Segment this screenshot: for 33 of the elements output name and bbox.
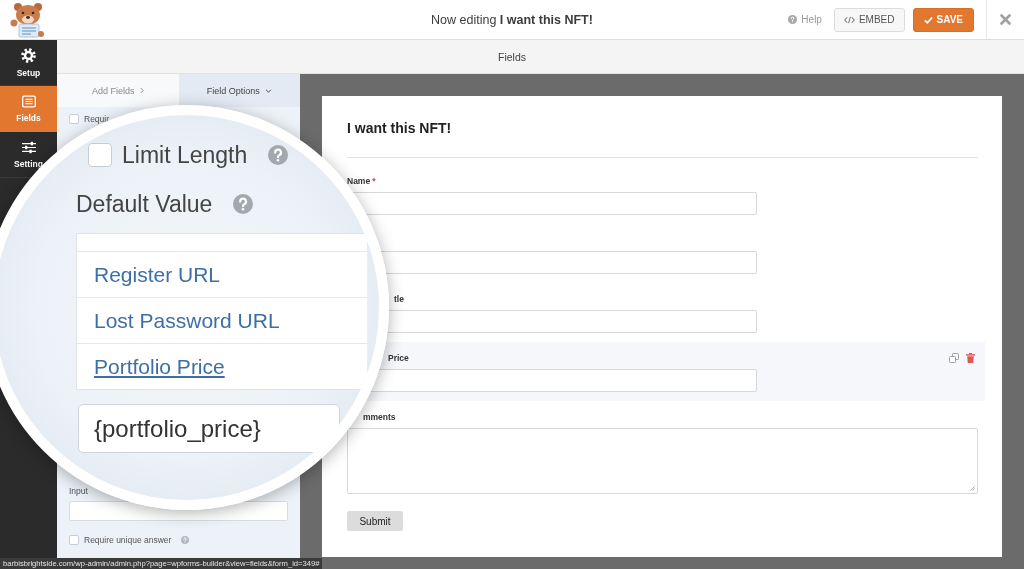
- panel-tab[interactable]: Add Fields: [57, 74, 179, 107]
- chevron-right-icon: [139, 87, 144, 94]
- field-label: Name *: [347, 176, 376, 186]
- sliders-icon: [21, 140, 36, 154]
- chevron-down-icon: [264, 88, 272, 93]
- field-label: Price: [388, 353, 409, 363]
- smart-tag-item[interactable]: Register URL: [77, 252, 367, 298]
- checkbox[interactable]: [69, 535, 79, 545]
- check-icon: [923, 15, 933, 24]
- checkbox[interactable]: [88, 143, 112, 167]
- section-label: Default Value: [76, 190, 213, 218]
- builder-title: Fields: [498, 50, 526, 63]
- trash-icon[interactable]: [966, 353, 975, 363]
- checkbox-label: Require unique answer: [84, 535, 172, 545]
- checkbox[interactable]: [69, 114, 79, 124]
- checkbox-label: Requir: [84, 114, 110, 124]
- editing-title: Now editing I want this NFT!: [431, 12, 593, 27]
- field-label: tle: [394, 294, 404, 304]
- gear-icon: [21, 47, 36, 63]
- field-label: Input: [69, 486, 88, 496]
- smart-tag-item[interactable]: Lost Password URL: [77, 298, 367, 344]
- form-title: I want this NFT!: [347, 119, 452, 137]
- help-icon: [788, 15, 798, 24]
- panel-tab[interactable]: Field Options: [178, 74, 300, 107]
- submit-button[interactable]: Submit: [347, 511, 403, 531]
- list-icon: [21, 94, 36, 108]
- duplicate-icon[interactable]: [949, 353, 959, 363]
- code-icon: [843, 15, 855, 24]
- field-label: mments: [363, 412, 396, 422]
- embed-button[interactable]: EMBED: [833, 7, 905, 32]
- default-value-field[interactable]: {portfolio_price}: [78, 404, 340, 453]
- checkbox-label: Limit Length: [122, 141, 248, 169]
- close-icon[interactable]: [1000, 14, 1011, 25]
